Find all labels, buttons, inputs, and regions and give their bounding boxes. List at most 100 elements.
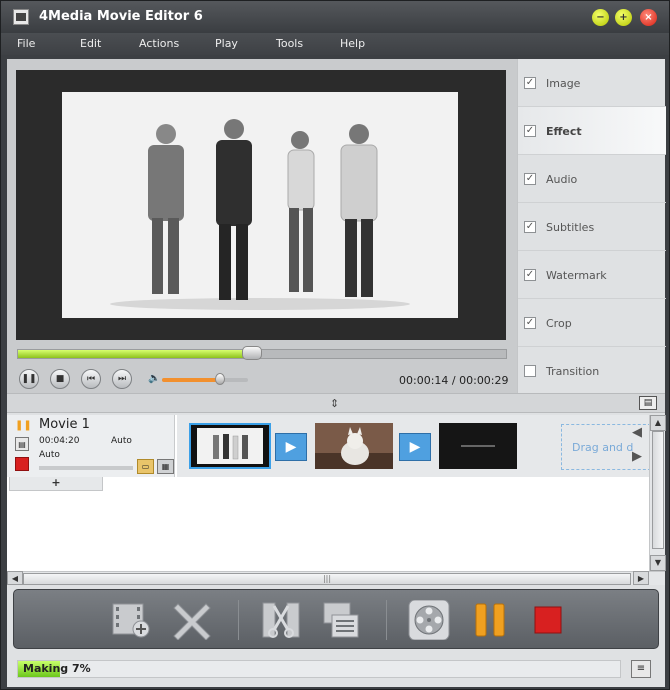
pause-icon (475, 603, 505, 637)
preview-area: ❚❚ ■ ⏮ ⏭ 🔈 00:00:14 / 00:00:29 (7, 59, 517, 393)
cut-button[interactable] (260, 600, 302, 640)
scroll-down-icon[interactable]: ▼ (650, 555, 666, 571)
cut-icon (262, 602, 300, 638)
log-icon[interactable]: ≡ (631, 660, 651, 678)
seek-handle[interactable] (242, 346, 263, 360)
volume-handle[interactable] (214, 373, 225, 385)
video-preview[interactable] (16, 70, 506, 340)
horizontal-scrollbar[interactable]: ◀ ||| ▶ (7, 571, 665, 585)
current-time: 00:00:14 (399, 374, 449, 387)
minimize-button[interactable]: − (592, 9, 609, 26)
resize-arrow-icon: ⇕ (330, 397, 340, 410)
making-progress-bar (17, 660, 621, 678)
folder-icon[interactable]: ▭ (137, 459, 154, 474)
menu-edit[interactable]: Edit (80, 37, 101, 50)
side-item-label: Transition (546, 365, 600, 378)
pause-convert-button[interactable] (470, 600, 512, 640)
time-separator: / (448, 374, 460, 387)
delete-icon (173, 603, 211, 641)
menu-bar: File Edit Actions Play Tools Help (1, 33, 669, 55)
movie-panel: ❚❚ ▤ Movie 1 00:04:20 Auto Auto ▭ ▦ (7, 415, 175, 477)
clip-strip: ▶ ▶ Drag and d (177, 415, 649, 477)
menu-play[interactable]: Play (215, 37, 238, 50)
watermark-checkbox[interactable]: ✓ (524, 269, 536, 281)
film-icon[interactable]: ▦ (157, 459, 174, 474)
pause-small-icon[interactable]: ❚❚ (15, 419, 32, 433)
next-icon: ⏭ (117, 374, 127, 384)
maximize-button[interactable]: + (615, 9, 632, 26)
movie-duration: 00:04:20 (39, 436, 80, 446)
horizontal-scroll-thumb[interactable]: ||| (23, 573, 631, 585)
side-item-audio[interactable]: ✓ Audio (518, 155, 666, 203)
menu-actions[interactable]: Actions (139, 37, 179, 50)
menu-help[interactable]: Help (340, 37, 365, 50)
side-item-label: Image (546, 77, 581, 90)
stop-icon: ■ (55, 374, 65, 384)
side-item-image[interactable]: ✓ Image (518, 59, 666, 107)
export-icon[interactable]: ▤ (639, 396, 657, 410)
effect-checkbox[interactable]: ✓ (524, 125, 536, 137)
stop-button[interactable]: ■ (50, 369, 70, 389)
stop-convert-button[interactable] (528, 600, 570, 640)
title-bar: 4Media Movie Editor 6 − + × (1, 1, 669, 33)
image-checkbox[interactable]: ✓ (524, 77, 536, 89)
total-time: 00:00:29 (459, 374, 509, 387)
pause-icon: ❚❚ (21, 374, 37, 384)
movie-mode: Auto (111, 436, 132, 446)
delete-button[interactable] (172, 600, 214, 641)
app-icon (13, 9, 29, 25)
scroll-up-icon[interactable]: ▲ (650, 415, 666, 431)
side-item-label: Subtitles (546, 221, 595, 234)
previous-button[interactable]: ⏮ (81, 369, 101, 389)
action-toolbar (13, 589, 659, 649)
scroll-left-icon[interactable]: ◀ (7, 571, 23, 585)
side-item-label: Crop (546, 317, 572, 330)
seek-bar-fill (18, 350, 253, 358)
menu-tools[interactable]: Tools (276, 37, 303, 50)
video-frame-image (62, 92, 458, 318)
movie-size-bar (39, 466, 133, 470)
side-item-crop[interactable]: ✓ Crop (518, 299, 666, 347)
subtitles-checkbox[interactable]: ✓ (524, 221, 536, 233)
toolbar-separator (386, 600, 387, 640)
transition-icon[interactable]: ▶ (275, 433, 307, 461)
panel-splitter[interactable]: ⇕ ▤ (7, 393, 665, 413)
arrow-left-icon[interactable]: ◀ (629, 425, 645, 441)
clip-thumbnail[interactable] (439, 423, 517, 469)
vertical-scrollbar[interactable]: ▲ ▼ (649, 415, 666, 571)
merge-button[interactable] (320, 600, 362, 640)
close-button[interactable]: × (640, 9, 657, 26)
timecode: 00:00:14 / 00:00:29 (399, 374, 509, 387)
crop-checkbox[interactable]: ✓ (524, 317, 536, 329)
menu-file[interactable]: File (17, 37, 35, 50)
clip-thumbnail[interactable] (189, 423, 271, 469)
status-bar: Making 7% ≡ (7, 653, 665, 687)
scroll-right-icon[interactable]: ▶ (633, 571, 649, 585)
side-item-effect[interactable]: ✓ Effect (518, 107, 666, 155)
volume-fill (162, 378, 220, 382)
transition-icon[interactable]: ▶ (399, 433, 431, 461)
stop-small-icon[interactable] (15, 457, 29, 471)
window-title: 4Media Movie Editor 6 (39, 9, 203, 24)
clip-thumbnail[interactable] (315, 423, 393, 469)
volume-slider[interactable] (162, 378, 248, 382)
speaker-icon[interactable]: 🔈 (148, 373, 160, 384)
next-button[interactable]: ⏭ (112, 369, 132, 389)
film-list-icon[interactable]: ▤ (15, 437, 29, 451)
add-movie-button[interactable]: + (9, 477, 103, 491)
movie-quality: Auto (39, 450, 60, 460)
arrow-right-icon[interactable]: ▶ (629, 449, 645, 465)
pause-button[interactable]: ❚❚ (19, 369, 39, 389)
side-item-label: Effect (546, 125, 582, 138)
side-item-transition[interactable]: Transition (518, 347, 666, 395)
vertical-scroll-thumb[interactable] (652, 431, 664, 549)
toolbar-separator (238, 600, 239, 640)
convert-button[interactable] (408, 599, 450, 641)
side-item-subtitles[interactable]: ✓ Subtitles (518, 203, 666, 251)
audio-checkbox[interactable]: ✓ (524, 173, 536, 185)
app-window: 4Media Movie Editor 6 − + × File Edit Ac… (0, 0, 670, 690)
add-video-button[interactable] (110, 600, 152, 640)
side-item-watermark[interactable]: ✓ Watermark (518, 251, 666, 299)
transition-checkbox[interactable] (524, 365, 536, 377)
previous-icon: ⏮ (86, 374, 96, 384)
